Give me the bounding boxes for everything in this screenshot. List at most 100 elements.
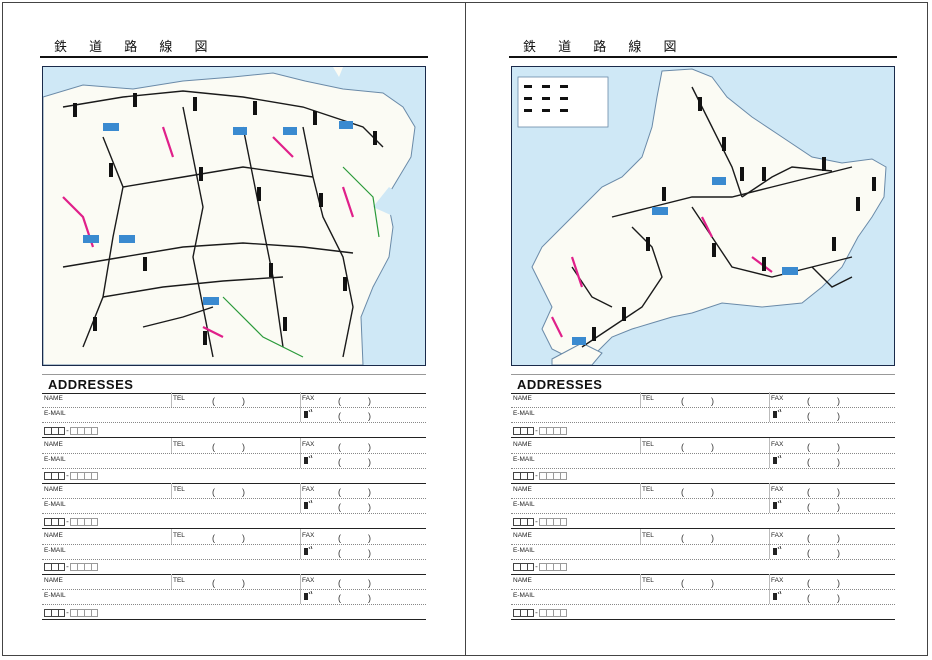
page-title: 鉄 道 路 線 図 (523, 40, 686, 55)
zip-box (70, 472, 77, 480)
entry-row-name[interactable]: NAME TEL ( ) FAX ( ) (511, 574, 895, 590)
mobile-parens: ( ) (338, 411, 371, 421)
entry-row-email[interactable]: E-MAIL ( ) (511, 498, 895, 514)
zip-box (58, 563, 65, 571)
zip-box (58, 517, 65, 526)
divider (171, 437, 172, 453)
zip-box (553, 472, 560, 480)
zip-box (70, 608, 77, 617)
email-label: E-MAIL (513, 592, 535, 599)
entry-row-name[interactable]: NAME TEL ( ) FAX ( ) (42, 483, 426, 499)
mobile-parens: ( ) (338, 456, 371, 467)
divider (769, 483, 770, 498)
zip-box (539, 472, 546, 480)
zip-box (520, 563, 527, 571)
zip-box (527, 426, 534, 435)
zip-box (553, 563, 560, 571)
entry-row-name[interactable]: NAME TEL ( ) FAX ( ) (511, 392, 895, 408)
address-entries: NAME TEL ( ) FAX ( ) E-MAIL ( ) - NAME T… (42, 392, 426, 620)
email-label: E-MAIL (44, 546, 66, 554)
entry-row-address[interactable]: - (42, 422, 426, 438)
tohoku-map-graphic (43, 67, 425, 365)
entry-row-email[interactable]: E-MAIL ( ) (511, 589, 895, 605)
email-label: E-MAIL (513, 455, 535, 463)
entry-row-name[interactable]: NAME TEL ( ) FAX ( ) (42, 574, 426, 590)
entry-row-name[interactable]: NAME TEL ( ) FAX ( ) (511, 528, 895, 545)
tel-parens: ( ) (681, 396, 714, 406)
entry-row-address[interactable]: - (511, 559, 895, 575)
postal-code-boxes[interactable]: - (513, 563, 567, 572)
mobile-parens: ( ) (338, 547, 371, 558)
entry-row-email[interactable]: E-MAIL ( ) (42, 407, 426, 423)
address-entry: NAME TEL ( ) FAX ( ) E-MAIL ( ) - (511, 528, 895, 575)
entry-row-email[interactable]: E-MAIL ( ) (42, 498, 426, 514)
entry-row-address[interactable]: - (511, 468, 895, 484)
address-entry: NAME TEL ( ) FAX ( ) E-MAIL ( ) - (511, 437, 895, 484)
tel-label: TEL (642, 395, 654, 402)
mobile-phone-icon (304, 591, 313, 600)
mobile-phone-icon (773, 409, 782, 418)
postal-code-boxes[interactable]: - (44, 517, 98, 526)
tel-label: TEL (642, 486, 654, 493)
zip-box (560, 426, 567, 435)
entry-row-address[interactable]: - (42, 468, 426, 484)
tel-parens: ( ) (212, 396, 245, 406)
fax-parens: ( ) (338, 441, 371, 452)
postal-code-boxes[interactable]: - (44, 472, 98, 481)
postal-code-boxes[interactable]: - (44, 608, 98, 617)
postal-code-boxes[interactable]: - (513, 517, 567, 526)
divider (171, 574, 172, 589)
entry-row-address[interactable]: - (511, 604, 895, 620)
entry-row-email[interactable]: E-MAIL ( ) (42, 543, 426, 560)
zip-box (77, 608, 84, 617)
postal-code-boxes[interactable]: - (513, 426, 567, 435)
entry-row-email[interactable]: E-MAIL ( ) (511, 407, 895, 423)
entry-row-email[interactable]: E-MAIL ( ) (511, 452, 895, 469)
zip-box (513, 608, 520, 617)
zip-box (513, 517, 520, 526)
entry-row-name[interactable]: NAME TEL ( ) FAX ( ) (42, 392, 426, 408)
divider (769, 528, 770, 544)
name-label: NAME (44, 395, 63, 402)
postal-code-boxes[interactable]: - (513, 608, 567, 617)
entry-row-address[interactable]: - (511, 422, 895, 438)
entry-row-name[interactable]: NAME TEL ( ) FAX ( ) (42, 437, 426, 454)
entry-row-name[interactable]: NAME TEL ( ) FAX ( ) (511, 437, 895, 454)
fax-parens: ( ) (338, 532, 371, 543)
postal-code-boxes[interactable]: - (513, 472, 567, 481)
page-title-row: 鉄 道 路 線 図 (40, 34, 428, 58)
mobile-phone-icon (304, 500, 313, 509)
postal-code-boxes[interactable]: - (44, 426, 98, 435)
tel-label: TEL (642, 440, 654, 448)
mobile-parens: ( ) (807, 593, 840, 603)
entry-row-address[interactable]: - (511, 513, 895, 529)
entry-row-address[interactable]: - (42, 559, 426, 575)
fax-label: FAX (771, 486, 784, 493)
divider (769, 589, 770, 604)
fax-parens: ( ) (338, 396, 371, 406)
entry-row-address[interactable]: - (42, 604, 426, 620)
tel-label: TEL (173, 577, 185, 584)
tel-parens: ( ) (681, 532, 714, 543)
zip-box (51, 517, 58, 526)
zip-box (91, 426, 98, 435)
zip-box (84, 608, 91, 617)
entry-row-email[interactable]: E-MAIL ( ) (511, 543, 895, 560)
entry-row-email[interactable]: E-MAIL ( ) (42, 589, 426, 605)
zip-box (91, 472, 98, 480)
divider (769, 498, 770, 513)
name-label: NAME (44, 486, 63, 493)
entry-row-address[interactable]: - (42, 513, 426, 529)
zip-box (513, 563, 520, 571)
tel-parens: ( ) (681, 441, 714, 452)
entry-row-name[interactable]: NAME TEL ( ) FAX ( ) (42, 528, 426, 545)
tel-label: TEL (173, 440, 185, 448)
email-label: E-MAIL (44, 501, 66, 508)
mobile-phone-icon (773, 454, 782, 464)
addresses-header: ADDRESSES (511, 374, 895, 394)
mobile-phone-icon (773, 591, 782, 600)
postal-code-boxes[interactable]: - (44, 563, 98, 572)
entry-row-email[interactable]: E-MAIL ( ) (42, 452, 426, 469)
entry-row-name[interactable]: NAME TEL ( ) FAX ( ) (511, 483, 895, 499)
mobile-parens: ( ) (807, 456, 840, 467)
